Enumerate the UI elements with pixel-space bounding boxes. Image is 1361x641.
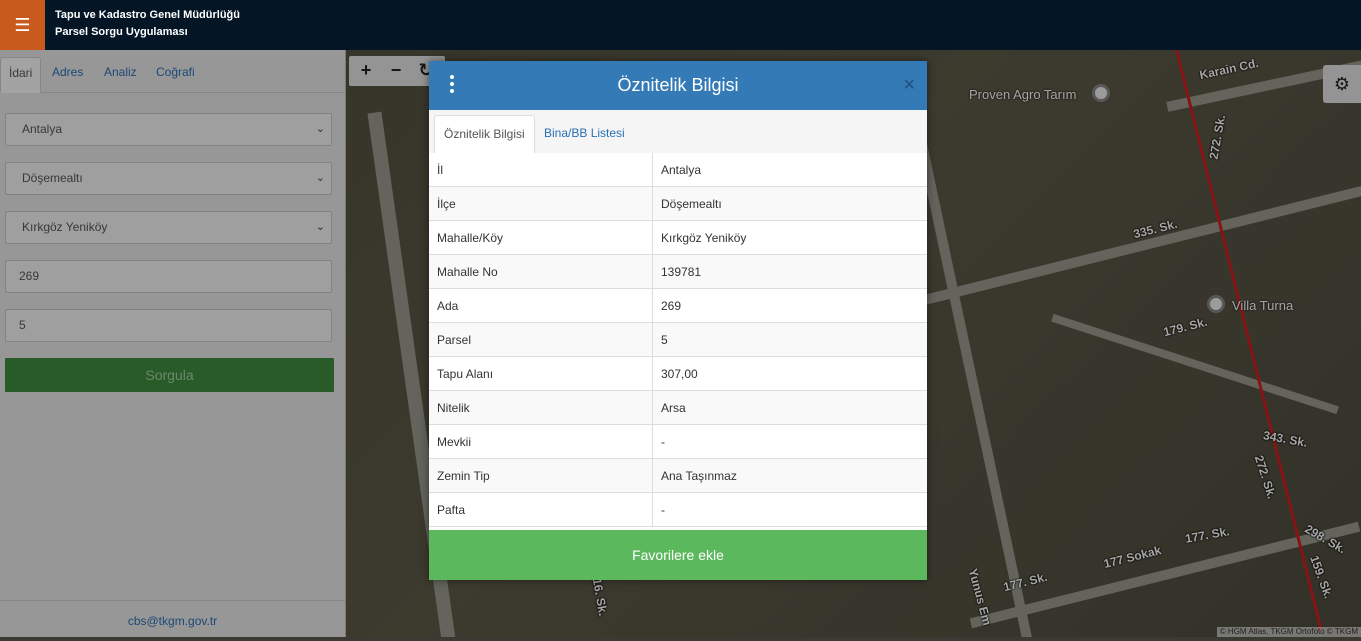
table-row: Ada 269 — [429, 288, 927, 323]
attribute-value: 307,00 — [652, 356, 927, 391]
table-row: İlçe Döşemealtı — [429, 186, 927, 221]
tab-oznitelik-bilgisi[interactable]: Öznitelik Bilgisi — [434, 115, 535, 155]
attribute-key: Mevkii — [429, 424, 653, 459]
attribute-value: Döşemealtı — [652, 186, 927, 221]
attribute-key: Tapu Alanı — [429, 356, 653, 391]
hamburger-menu-button[interactable]: ☰ — [0, 0, 45, 50]
attribute-key: Pafta — [429, 492, 653, 527]
top-bar: ☰ Tapu ve Kadastro Genel Müdürlüğü Parse… — [0, 0, 1361, 50]
table-row: Parsel 5 — [429, 322, 927, 357]
modal-header: Öznitelik Bilgisi × — [429, 61, 927, 110]
modal-tabs: Öznitelik Bilgisi Bina/BB Listesi — [429, 110, 927, 155]
app-title-line1: Tapu ve Kadastro Genel Müdürlüğü — [55, 9, 240, 21]
table-row: Zemin Tip Ana Taşınmaz — [429, 458, 927, 493]
table-row: Mahalle/Köy Kırkgöz Yeniköy — [429, 220, 927, 255]
app-title: Tapu ve Kadastro Genel Müdürlüğü Parsel … — [55, 7, 240, 41]
hamburger-icon: ☰ — [14, 14, 31, 35]
attribute-value: 5 — [652, 322, 927, 357]
more-options-icon[interactable] — [447, 75, 457, 96]
tab-bina-bb-listesi[interactable]: Bina/BB Listesi — [535, 115, 634, 153]
attribute-key: Zemin Tip — [429, 458, 653, 493]
attribute-key: İlçe — [429, 186, 653, 221]
attribute-value: Antalya — [652, 153, 927, 187]
table-row: Tapu Alanı 307,00 — [429, 356, 927, 391]
table-row: Pafta - — [429, 492, 927, 527]
attribute-info-modal: Öznitelik Bilgisi × Öznitelik Bilgisi Bi… — [429, 61, 927, 580]
attribute-key: Nitelik — [429, 390, 653, 425]
attribute-value: - — [652, 492, 927, 527]
table-row: Nitelik Arsa — [429, 390, 927, 425]
attribute-value: 139781 — [652, 254, 927, 289]
attribute-key: İl — [429, 153, 653, 187]
attribute-key: Parsel — [429, 322, 653, 357]
attribute-table: İl Antalya İlçe Döşemealtı Mahalle/Köy Kırk… — [429, 153, 927, 527]
table-row: Mevkii - — [429, 424, 927, 459]
attribute-key: Ada — [429, 288, 653, 323]
attribute-value: Arsa — [652, 390, 927, 425]
table-row: Mahalle No 139781 — [429, 254, 927, 289]
add-to-favorites-button[interactable]: Favorilere ekle — [429, 530, 927, 580]
attribute-key: Mahalle/Köy — [429, 220, 653, 255]
attribute-key: Mahalle No — [429, 254, 653, 289]
attribute-value: Ana Taşınmaz — [652, 458, 927, 493]
modal-title: Öznitelik Bilgisi — [617, 75, 739, 95]
attribute-value: Kırkgöz Yeniköy — [652, 220, 927, 255]
attribute-value: - — [652, 424, 927, 459]
app-title-line2: Parsel Sorgu Uygulaması — [55, 26, 188, 38]
attribute-value: 269 — [652, 288, 927, 323]
table-row: İl Antalya — [429, 153, 927, 187]
close-icon[interactable]: × — [903, 74, 915, 96]
